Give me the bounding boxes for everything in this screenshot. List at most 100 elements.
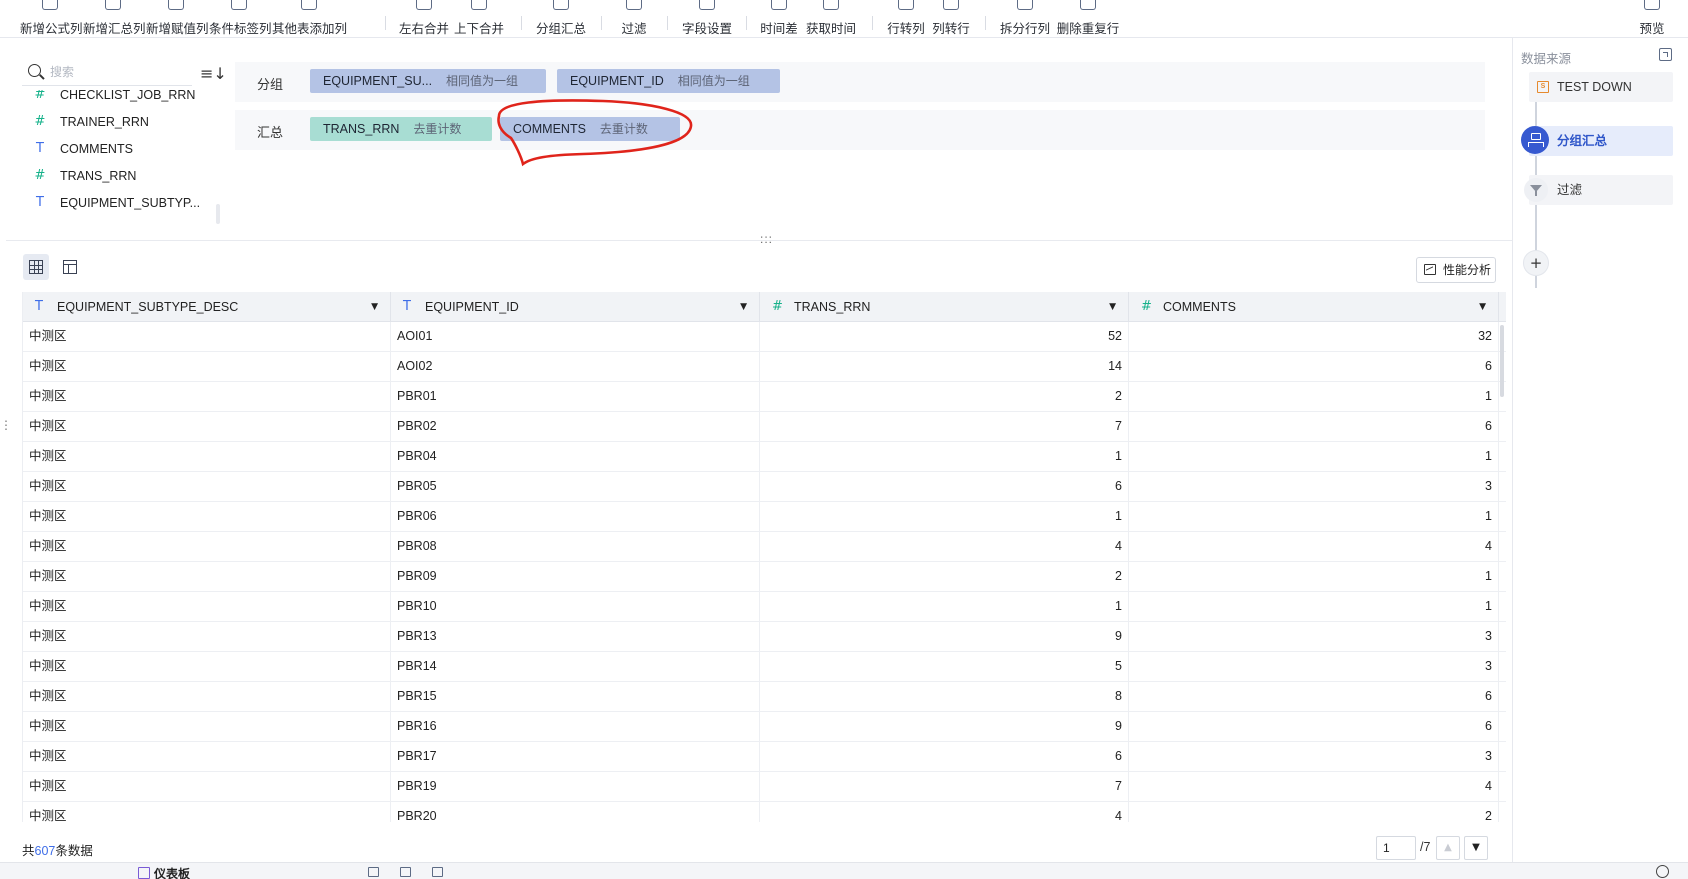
caret-down-icon[interactable]: ▼ bbox=[1479, 292, 1486, 322]
split-row-column-button[interactable]: 拆分行列 bbox=[998, 0, 1052, 38]
left-collapse-handle[interactable]: ⋮ bbox=[0, 418, 12, 432]
table-cell: AOI01 bbox=[391, 322, 760, 352]
toolbar-separator bbox=[746, 16, 747, 30]
table-cell: 中测区 bbox=[23, 772, 391, 802]
group-pill-equipment-id[interactable]: EQUIPMENT_ID 相同值为一组 bbox=[557, 69, 780, 93]
table-row[interactable]: 中测区 AOI02 14 6 bbox=[23, 352, 1506, 382]
table-cell: 6 bbox=[1129, 712, 1499, 742]
table-row[interactable]: 中测区 PBR19 7 4 bbox=[23, 772, 1506, 802]
merge-top-bottom-button[interactable]: 上下合并 bbox=[453, 0, 505, 38]
group-pill-equipment-subtype[interactable]: EQUIPMENT_SU... 相同值为一组 bbox=[310, 69, 546, 93]
table-row[interactable]: 中测区 PBR16 9 6 bbox=[23, 712, 1506, 742]
table-row[interactable]: 中测区 PBR13 9 3 bbox=[23, 622, 1506, 652]
table-scrollbar[interactable] bbox=[1500, 325, 1504, 397]
table-cell: 1 bbox=[760, 592, 1129, 622]
table-icon[interactable] bbox=[368, 867, 379, 877]
filter-button[interactable]: 过滤 bbox=[612, 0, 656, 38]
collapse-panel-icon[interactable] bbox=[1659, 48, 1672, 61]
field-item[interactable]: # TRAINER_RRN bbox=[22, 111, 222, 133]
table-cell: 中测区 bbox=[23, 652, 391, 682]
report-icon[interactable] bbox=[432, 867, 443, 877]
field-list-scrollbar[interactable] bbox=[216, 204, 220, 224]
performance-analysis-button[interactable]: 性能分析 bbox=[1416, 257, 1496, 283]
table-row[interactable]: 中测区 PBR02 7 6 bbox=[23, 412, 1506, 442]
delete-duplicate-rows-button[interactable]: 删除重复行 bbox=[1055, 0, 1121, 38]
column-header-comments[interactable]: # COMMENTS ▼ bbox=[1129, 292, 1499, 322]
table-cell: 14 bbox=[760, 352, 1129, 382]
table-row[interactable]: 中测区 PBR14 5 3 bbox=[23, 652, 1506, 682]
caret-down-icon[interactable]: ▼ bbox=[371, 292, 378, 322]
prev-page-button[interactable]: ▲ bbox=[1436, 836, 1460, 860]
table-cell: 1 bbox=[760, 442, 1129, 472]
field-item[interactable]: # CHECKLIST_JOB_RRN bbox=[22, 90, 222, 106]
table-row[interactable]: 中测区 AOI01 52 32 bbox=[23, 322, 1506, 352]
field-item[interactable]: T EQUIPMENT_SUBTYP... bbox=[22, 192, 222, 214]
table-row[interactable]: 中测区 PBR05 6 3 bbox=[23, 472, 1506, 502]
table-cell: 6 bbox=[1129, 412, 1499, 442]
caret-down-icon[interactable]: ▼ bbox=[740, 292, 747, 322]
chevron-up-icon: ▲ bbox=[1444, 842, 1452, 853]
toolbar: 新增公式列 新增汇总列 新增赋值列 条件标签列 其他表添加列 左右合并 上下合并… bbox=[0, 0, 1688, 38]
panel-resize-handle[interactable]: ::: bbox=[760, 232, 773, 246]
row-to-col-icon bbox=[898, 0, 914, 10]
table-row[interactable]: 中测区 PBR08 4 4 bbox=[23, 532, 1506, 562]
summary-config-row: 汇总 TRANS_RRN 去重计数 COMMENTS 去重计数 bbox=[235, 110, 1485, 150]
group-config-row: 分组 EQUIPMENT_SU... 相同值为一组 EQUIPMENT_ID 相同值… bbox=[235, 62, 1485, 102]
table-cell: 中测区 bbox=[23, 562, 391, 592]
table-cell: PBR01 bbox=[391, 382, 760, 412]
merge-tb-icon bbox=[471, 0, 487, 10]
summary-pill-trans-rrn[interactable]: TRANS_RRN 去重计数 bbox=[310, 117, 492, 141]
page-number-input[interactable] bbox=[1376, 836, 1416, 860]
row-to-column-button[interactable]: 行转列 bbox=[884, 0, 928, 38]
table-row[interactable]: 中测区 PBR01 2 1 bbox=[23, 382, 1506, 412]
table-row[interactable]: 中测区 PBR20 4 2 bbox=[23, 802, 1506, 822]
add-summary-column-button[interactable]: 新增汇总列 bbox=[83, 0, 146, 38]
group-summary-button[interactable]: 分组汇总 bbox=[534, 0, 588, 38]
preview-button[interactable]: 预览 bbox=[1632, 0, 1672, 38]
table-header: T EQUIPMENT_SUBTYPE_DESC ▼ T EQUIPMENT_I… bbox=[23, 292, 1506, 322]
table-row[interactable]: 中测区 PBR15 8 6 bbox=[23, 682, 1506, 712]
layout-view-button[interactable] bbox=[57, 254, 83, 280]
column-header-equipment-subtype-desc[interactable]: T EQUIPMENT_SUBTYPE_DESC ▼ bbox=[23, 292, 391, 322]
table-row[interactable]: 中测区 PBR10 1 1 bbox=[23, 592, 1506, 622]
field-item[interactable]: # TRANS_RRN bbox=[22, 165, 222, 187]
number-type-icon: # bbox=[34, 114, 46, 129]
get-time-button[interactable]: 获取时间 bbox=[804, 0, 858, 38]
filter-icon bbox=[626, 0, 642, 10]
add-assign-column-button[interactable]: 新增赋值列 bbox=[146, 0, 209, 38]
sort-icon[interactable]: ≡↓ bbox=[200, 64, 227, 84]
column-header-equipment-id[interactable]: T EQUIPMENT_ID ▼ bbox=[391, 292, 760, 322]
table-row[interactable]: 中测区 PBR17 6 3 bbox=[23, 742, 1506, 772]
merge-left-right-button[interactable]: 左右合并 bbox=[398, 0, 450, 38]
field-search-box bbox=[22, 58, 192, 86]
table-cell: PBR08 bbox=[391, 532, 760, 562]
sheet-icon[interactable] bbox=[400, 867, 411, 877]
table-view-button[interactable] bbox=[23, 254, 49, 280]
add-column-from-table-button[interactable]: 其他表添加列 bbox=[272, 0, 347, 38]
add-formula-column-button[interactable]: 新增公式列 bbox=[20, 0, 83, 38]
field-settings-button[interactable]: 字段设置 bbox=[680, 0, 734, 38]
caret-down-icon[interactable]: ▼ bbox=[1109, 292, 1116, 322]
table-cell: 4 bbox=[760, 802, 1129, 822]
help-icon[interactable] bbox=[1656, 865, 1669, 878]
field-search-input[interactable] bbox=[50, 62, 190, 82]
column-to-row-button[interactable]: 列转行 bbox=[929, 0, 973, 38]
table-cell: 2 bbox=[1129, 802, 1499, 822]
table-row[interactable]: 中测区 PBR09 2 1 bbox=[23, 562, 1506, 592]
table-cell: 4 bbox=[1129, 772, 1499, 802]
next-page-button[interactable]: ▼ bbox=[1464, 836, 1488, 860]
dashboard-tab[interactable]: 仪表板 bbox=[138, 865, 190, 879]
toolbar-separator bbox=[385, 16, 386, 30]
column-header-trans-rrn[interactable]: # TRANS_RRN ▼ bbox=[760, 292, 1129, 322]
table-row[interactable]: 中测区 PBR06 1 1 bbox=[23, 502, 1506, 532]
add-step-button[interactable]: + bbox=[1523, 250, 1549, 276]
number-type-icon: # bbox=[34, 168, 46, 183]
grid-icon bbox=[29, 260, 43, 274]
text-type-icon: T bbox=[36, 141, 44, 156]
time-diff-button[interactable]: 时间差 bbox=[757, 0, 801, 38]
table-row[interactable]: 中测区 PBR04 1 1 bbox=[23, 442, 1506, 472]
field-item[interactable]: T COMMENTS bbox=[22, 138, 222, 160]
condition-tag-column-button[interactable]: 条件标签列 bbox=[209, 0, 272, 38]
table-cell: 1 bbox=[1129, 502, 1499, 532]
table-cell: PBR05 bbox=[391, 472, 760, 502]
